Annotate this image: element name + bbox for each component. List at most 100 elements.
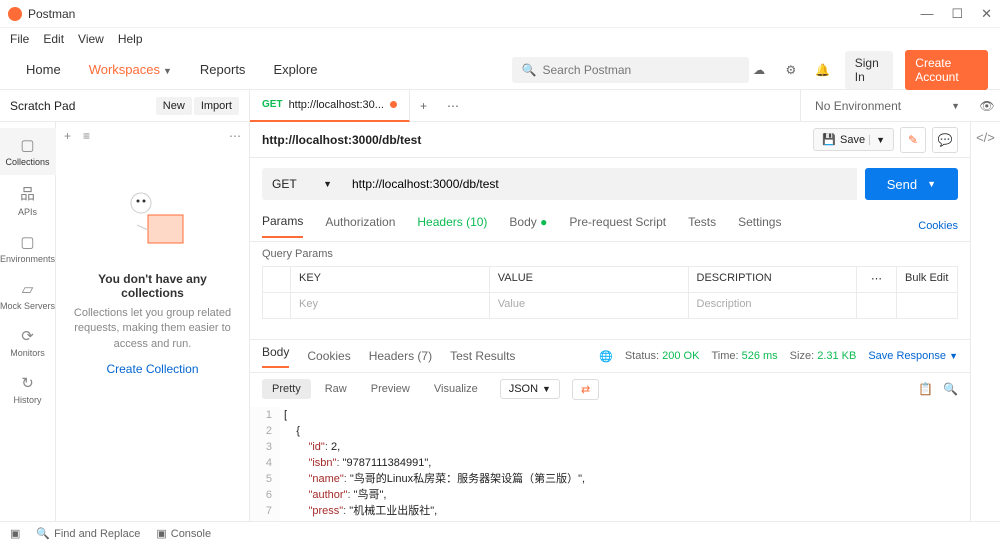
tab-prerequest[interactable]: Pre-request Script (569, 215, 666, 237)
view-visualize[interactable]: Visualize (424, 379, 488, 399)
view-raw[interactable]: Raw (315, 379, 357, 399)
sync-icon[interactable]: ☁ (749, 57, 769, 83)
query-params-label: Query Params (250, 242, 970, 266)
nav-workspaces[interactable]: Workspaces▼ (75, 50, 186, 90)
more-icon[interactable]: ⋯ (229, 129, 241, 143)
time-label: Time: 526 ms (711, 350, 777, 362)
menu-file[interactable]: File (10, 32, 29, 46)
send-button[interactable]: Send▼ (865, 168, 958, 200)
notifications-icon[interactable]: 🔔 (813, 57, 833, 83)
method-select[interactable]: GET▼ (262, 168, 342, 200)
tab-authorization[interactable]: Authorization (325, 215, 395, 237)
unsaved-dot-icon (390, 101, 397, 108)
tab-method: GET (262, 99, 283, 110)
create-account-button[interactable]: Create Account (905, 50, 988, 90)
find-replace-button[interactable]: 🔍 Find and Replace (36, 527, 140, 540)
scratch-pad-label: Scratch Pad (10, 99, 75, 113)
response-tab-headers[interactable]: Headers (7) (369, 349, 432, 363)
sidebar-item-environments[interactable]: ▢Environments (0, 225, 56, 272)
nav-reports[interactable]: Reports (186, 50, 260, 90)
empty-heading: You don't have any collections (71, 272, 234, 300)
tab-url: http://localhost:30... (289, 99, 384, 111)
maximize-icon[interactable]: ☐ (951, 6, 963, 22)
postman-logo-icon (8, 7, 22, 21)
environment-select[interactable]: No Environment▼ (801, 99, 974, 113)
network-icon[interactable]: 🌐 (599, 350, 613, 363)
add-tab-button[interactable]: + (410, 99, 437, 113)
apis-icon: 品 (20, 183, 35, 204)
menu-view[interactable]: View (78, 32, 104, 46)
capture-icon[interactable]: ⚙ (781, 57, 801, 83)
comment-icon[interactable]: 💬 (932, 127, 958, 153)
chevron-down-icon: ▼ (163, 66, 172, 76)
environments-icon: ▢ (20, 233, 34, 251)
import-button[interactable]: Import (194, 97, 239, 115)
console-button[interactable]: ▣ Console (156, 527, 211, 540)
key-input[interactable]: Key (291, 293, 490, 318)
view-pretty[interactable]: Pretty (262, 379, 311, 399)
response-tab-tests[interactable]: Test Results (450, 349, 515, 363)
mock-servers-icon: ▱ (22, 280, 34, 298)
cookies-link[interactable]: Cookies (918, 220, 958, 232)
request-name: http://localhost:3000/db/test (262, 133, 421, 147)
sidebar-item-monitors[interactable]: ⟳Monitors (0, 319, 56, 366)
chevron-down-icon[interactable]: ▼ (869, 135, 885, 145)
empty-text: Collections let you group related reques… (71, 306, 234, 352)
search-response-icon[interactable]: 🔍 (943, 382, 958, 396)
tab-tests[interactable]: Tests (688, 215, 716, 237)
response-tab-cookies[interactable]: Cookies (307, 349, 350, 363)
hide-sidebar-icon[interactable]: ▣ (10, 527, 20, 540)
sidebar-item-collections[interactable]: ▢Collections (0, 128, 56, 175)
monitors-icon: ⟳ (21, 327, 34, 345)
code-snippet-icon[interactable]: </> (976, 130, 995, 145)
col-description: DESCRIPTION (689, 267, 857, 292)
size-label: Size: 2.31 KB (790, 350, 857, 362)
chevron-down-icon[interactable]: ▼ (927, 179, 936, 189)
bulk-edit-button[interactable]: Bulk Edit (897, 267, 957, 292)
format-select[interactable]: JSON ▼ (500, 379, 560, 399)
menu-edit[interactable]: Edit (43, 32, 64, 46)
nav-home[interactable]: Home (12, 50, 75, 90)
col-value: VALUE (490, 267, 689, 292)
close-icon[interactable]: ✕ (981, 6, 992, 22)
new-button[interactable]: New (156, 97, 192, 115)
env-quicklook-icon[interactable]: 👁 (974, 93, 1000, 119)
sidebar-item-apis[interactable]: 品APIs (0, 175, 56, 225)
view-preview[interactable]: Preview (361, 379, 420, 399)
tab-headers[interactable]: Headers (10) (417, 215, 487, 237)
edit-icon[interactable]: ✎ (900, 127, 926, 153)
col-key: KEY (291, 267, 490, 292)
value-input[interactable]: Value (490, 293, 689, 318)
minimize-icon[interactable]: — (920, 6, 933, 22)
create-collection-link[interactable]: Create Collection (106, 362, 198, 376)
save-button[interactable]: 💾 Save ▼ (813, 128, 894, 151)
tab-params[interactable]: Params (262, 214, 303, 238)
chevron-down-icon: ▼ (323, 179, 332, 189)
tab-settings[interactable]: Settings (738, 215, 781, 237)
sidebar-item-mock-servers[interactable]: ▱Mock Servers (0, 272, 56, 319)
description-input[interactable]: Description (689, 293, 857, 318)
tab-options-icon[interactable]: ⋯ (437, 99, 469, 113)
chevron-down-icon: ▼ (951, 101, 960, 111)
menu-help[interactable]: Help (118, 32, 143, 46)
response-tab-body[interactable]: Body (262, 345, 289, 368)
signin-button[interactable]: Sign In (845, 51, 894, 89)
search-input[interactable]: 🔍 Search Postman (512, 57, 750, 83)
search-icon: 🔍 (522, 63, 537, 77)
request-tab[interactable]: GET http://localhost:30... (250, 90, 410, 122)
sidebar-item-history[interactable]: ↻History (0, 366, 56, 413)
empty-illustration (108, 180, 198, 260)
history-icon: ↻ (21, 374, 34, 392)
nav-explore[interactable]: Explore (259, 50, 331, 90)
window-title: Postman (28, 7, 75, 21)
collections-icon: ▢ (20, 136, 34, 154)
add-icon[interactable]: + (64, 129, 71, 143)
col-options-icon[interactable]: ⋯ (857, 267, 897, 292)
filter-icon[interactable]: ≡ (83, 129, 90, 143)
tab-body[interactable]: Body ● (509, 215, 547, 237)
save-response-button[interactable]: Save Response ▼ (868, 350, 958, 362)
copy-icon[interactable]: 📋 (918, 382, 933, 396)
url-input[interactable] (342, 168, 857, 200)
status-label: Status: 200 OK (625, 350, 700, 362)
wrap-icon[interactable]: ⇄ (572, 379, 599, 400)
